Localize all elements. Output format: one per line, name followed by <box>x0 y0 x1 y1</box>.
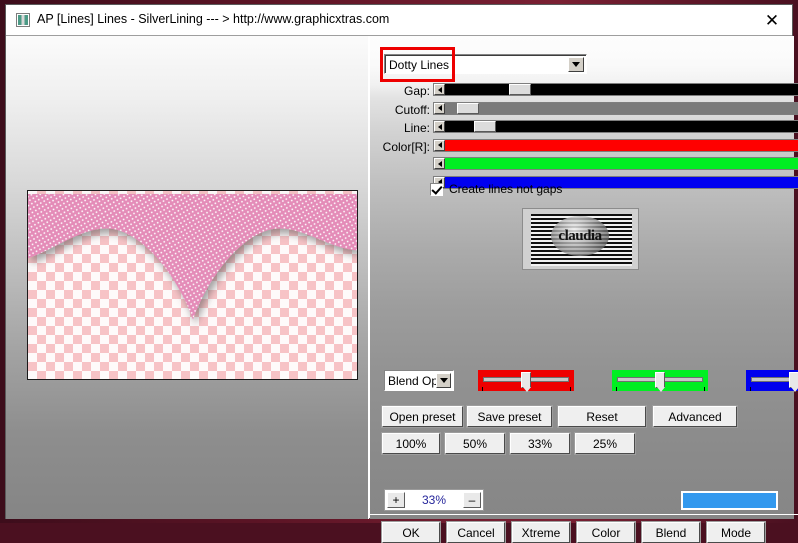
effect-thumbnail[interactable]: claudia <box>522 208 639 270</box>
rgb-slider-knob-red[interactable] <box>521 372 531 392</box>
button-scale-50[interactable]: 50% <box>445 433 505 454</box>
slider-3[interactable] <box>433 138 798 152</box>
close-icon[interactable]: ✕ <box>761 10 783 32</box>
zoom-level-value: 33% <box>421 493 447 507</box>
blend-option-value: Blend Opti <box>388 374 436 388</box>
create-lines-not-gaps-checkbox[interactable] <box>430 183 443 196</box>
color-swatch[interactable] <box>681 491 778 510</box>
create-lines-not-gaps-label: Create lines not gaps <box>449 182 563 196</box>
button-scale-33[interactable]: 33% <box>510 433 570 454</box>
slider-track-2 <box>445 121 798 132</box>
button-scale-100[interactable]: 100% <box>382 433 440 454</box>
rgb-slider-tick-green-1 <box>704 387 705 391</box>
app-icon <box>16 13 30 27</box>
button-save-preset[interactable]: Save preset <box>467 406 552 427</box>
rgb-slider-tick-blue-0 <box>750 387 751 391</box>
slider-label-3: Color[R]: <box>382 139 430 154</box>
slider-left-arrow-icon[interactable] <box>434 139 445 151</box>
button-ok[interactable]: OK <box>382 522 440 543</box>
slider-1[interactable] <box>433 101 798 115</box>
preview-pane <box>6 36 369 519</box>
slider-track-4 <box>445 158 798 169</box>
slider-label-1: Cutoff: <box>394 102 430 117</box>
rgb-slider-tick-red-0 <box>482 387 483 391</box>
blend-option-dropdown[interactable]: Blend Opti <box>384 370 454 391</box>
preset-dropdown[interactable]: Dotty Lines <box>384 54 587 74</box>
button-xtreme[interactable]: Xtreme <box>512 522 570 543</box>
slider-left-arrow-icon[interactable] <box>434 121 445 132</box>
rgb-blend-slider-green[interactable] <box>612 370 708 392</box>
button-mode[interactable]: Mode <box>707 522 765 543</box>
thumbnail-logo: claudia <box>551 216 609 256</box>
rgb-slider-tick-red-1 <box>570 387 571 391</box>
slider-track-1 <box>445 102 798 114</box>
slider-track-0 <box>445 84 798 95</box>
button-cancel[interactable]: Cancel <box>447 522 505 543</box>
plugin-window: AP [Lines] Lines - SilverLining --- > ht… <box>5 4 798 543</box>
chevron-down-icon[interactable] <box>436 373 451 388</box>
slider-label-0: Gap: <box>403 84 430 98</box>
zoom-stepper[interactable]: + 33% – <box>384 489 484 511</box>
slider-thumb-1[interactable] <box>457 102 480 114</box>
bottom-divider <box>370 514 798 515</box>
rgb-blend-slider-blue[interactable] <box>746 370 798 392</box>
slider-2[interactable] <box>433 120 798 133</box>
slider-left-arrow-icon[interactable] <box>434 158 445 169</box>
button-blend[interactable]: Blend <box>642 522 700 543</box>
app-root: AP [Lines] Lines - SilverLining --- > ht… <box>0 0 798 543</box>
thumbnail-caption: claudia <box>558 227 602 244</box>
title-bar: AP [Lines] Lines - SilverLining --- > ht… <box>6 5 792 36</box>
zoom-out-button[interactable]: – <box>463 492 481 508</box>
preview-artwork <box>28 193 357 320</box>
slider-label-2: Line: <box>403 121 430 135</box>
slider-track-3 <box>445 139 798 151</box>
button-reset[interactable]: Reset <box>558 406 646 427</box>
slider-4[interactable] <box>433 157 798 170</box>
preset-dropdown-value: Dotty Lines <box>389 58 450 72</box>
window-title: AP [Lines] Lines - SilverLining --- > ht… <box>37 12 390 26</box>
slider-left-arrow-icon[interactable] <box>434 84 445 95</box>
button-color[interactable]: Color <box>577 522 635 543</box>
slider-thumb-2[interactable] <box>474 121 497 132</box>
rgb-slider-tick-green-0 <box>616 387 617 391</box>
rgb-slider-knob-blue[interactable] <box>789 372 798 392</box>
chevron-down-icon[interactable] <box>568 57 584 72</box>
button-advanced[interactable]: Advanced <box>653 406 737 427</box>
controls-pane: Dotty Lines Gap:Cutoff:Line:Color[R]: 86… <box>370 36 798 543</box>
rgb-blend-slider-red[interactable] <box>478 370 574 392</box>
rgb-slider-knob-green[interactable] <box>655 372 665 392</box>
preview-image[interactable] <box>27 190 358 380</box>
button-open-preset[interactable]: Open preset <box>382 406 463 427</box>
slider-thumb-0[interactable] <box>509 84 531 95</box>
slider-left-arrow-icon[interactable] <box>434 102 445 114</box>
window-content: Dotty Lines Gap:Cutoff:Line:Color[R]: 86… <box>6 36 798 543</box>
button-scale-25[interactable]: 25% <box>575 433 635 454</box>
zoom-in-button[interactable]: + <box>387 492 405 508</box>
slider-0[interactable] <box>433 83 798 96</box>
